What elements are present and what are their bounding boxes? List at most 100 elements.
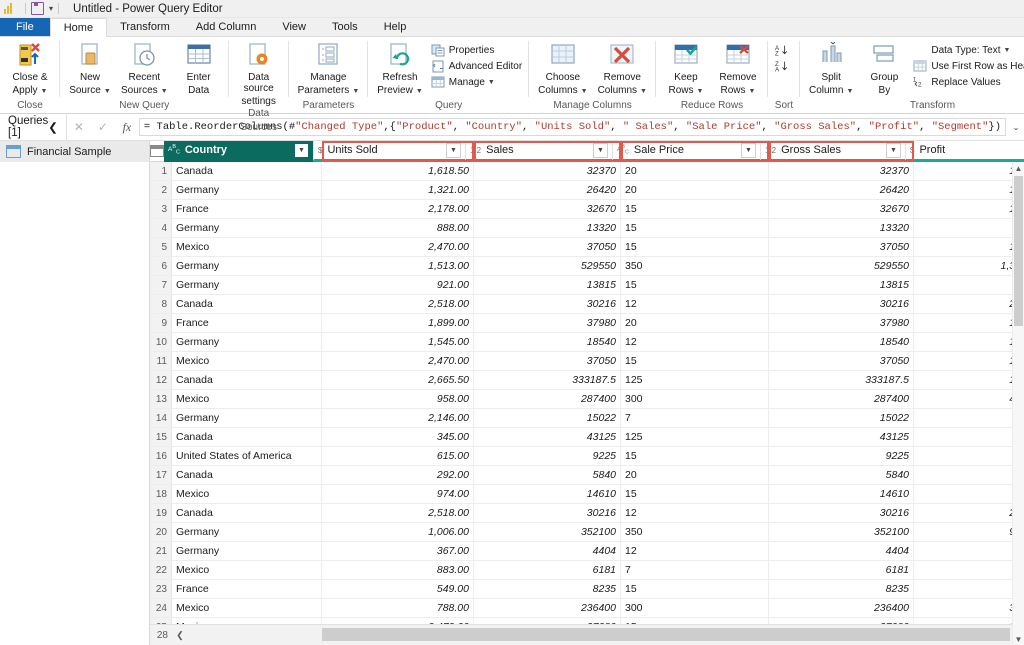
filter-dropdown-icon[interactable]: ▼ — [446, 142, 461, 158]
cell-sale-price[interactable]: 20 — [621, 181, 769, 199]
cell-sales[interactable]: 9225 — [474, 447, 621, 465]
chevron-down-icon[interactable]: ▼ — [640, 88, 647, 95]
cancel-icon[interactable]: ✕ — [67, 120, 91, 134]
chevron-left-icon[interactable]: ❮ — [172, 630, 188, 641]
formula-expand-icon[interactable]: ⌄ — [1008, 123, 1024, 132]
tab-file[interactable]: File — [0, 18, 50, 36]
table-row[interactable]: 22Mexico883.006181761811,766.00Governmen… — [150, 561, 1024, 580]
cell-country[interactable]: Germany — [172, 219, 322, 237]
cell-profit[interactable]: 12,350.00 — [914, 352, 1024, 370]
cell-country[interactable]: Canada — [172, 504, 322, 522]
cell-country[interactable]: Germany — [172, 409, 322, 427]
cell-gross-sales[interactable]: 8235 — [769, 580, 914, 598]
cell-sales[interactable]: 30216 — [474, 504, 621, 522]
chevron-down-icon[interactable]: ▼ — [161, 88, 168, 95]
cell-country[interactable]: Mexico — [172, 352, 322, 370]
cell-units-sold[interactable]: 2,518.00 — [322, 504, 474, 522]
cell-country[interactable]: Canada — [172, 371, 322, 389]
cell-country[interactable]: Germany — [172, 542, 322, 560]
cell-units-sold[interactable]: 1,006.00 — [322, 523, 474, 541]
cell-units-sold[interactable]: 1,321.00 — [322, 181, 474, 199]
table-row[interactable]: 20Germany1,006.0035210035035210090,540.0… — [150, 523, 1024, 542]
cell-sales[interactable]: 32370 — [474, 162, 621, 180]
cell-profit[interactable]: 12,350.00 — [914, 238, 1024, 256]
button-properties[interactable]: Properties — [428, 42, 525, 58]
chevron-down-icon[interactable]: ▼ — [41, 88, 48, 95]
button-keep-rows[interactable]: Keep Rows ▼ — [660, 40, 712, 97]
cell-gross-sales[interactable]: 30216 — [769, 504, 914, 522]
cell-sales[interactable]: 6181 — [474, 561, 621, 579]
cell-sale-price[interactable]: 15 — [621, 580, 769, 598]
cell-sales[interactable]: 32670 — [474, 200, 621, 218]
cell-profit[interactable]: 13,210.00 — [914, 181, 1024, 199]
chevron-down-icon[interactable]: ▼ — [1013, 633, 1024, 645]
cell-sales[interactable]: 37980 — [474, 314, 621, 332]
cell-gross-sales[interactable]: 4404 — [769, 542, 914, 560]
cell-units-sold[interactable]: 292.00 — [322, 466, 474, 484]
vertical-scrollbar[interactable]: ▲ ▼ — [1012, 162, 1024, 645]
cell-sales[interactable]: 37080 — [474, 618, 621, 624]
cell-gross-sales[interactable]: 43125 — [769, 428, 914, 446]
data-type-icon[interactable]: ABC — [168, 143, 180, 157]
table-row[interactable]: 3France2,178.0032670153267010,890.00Midm… — [150, 200, 1024, 219]
data-type-icon[interactable]: 1.2 — [765, 146, 776, 155]
cell-profit[interactable]: 4,870.00 — [914, 485, 1024, 503]
cell-country[interactable]: Germany — [172, 523, 322, 541]
cell-units-sold[interactable]: 345.00 — [322, 428, 474, 446]
data-type-icon[interactable]: $ — [910, 146, 914, 155]
table-row[interactable]: 5Mexico2,470.0037050153705012,350.00Midm… — [150, 238, 1024, 257]
filter-dropdown-icon[interactable]: ▼ — [294, 142, 309, 158]
cell-profit[interactable]: 1,766.00 — [914, 561, 1024, 579]
button-close-apply[interactable]: Close & Apply ▼ — [4, 40, 56, 97]
cell-profit[interactable]: 90,540.00 — [914, 523, 1024, 541]
cell-country[interactable]: France — [172, 200, 322, 218]
cell-sale-price[interactable]: 7 — [621, 561, 769, 579]
filter-dropdown-icon[interactable]: ▼ — [741, 142, 756, 158]
horizontal-scrollbar[interactable]: ❮ — [172, 625, 1024, 645]
cell-gross-sales[interactable]: 32670 — [769, 200, 914, 218]
table-row[interactable]: 23France549.0082351582352,745.00Midmarke… — [150, 580, 1024, 599]
cell-sale-price[interactable]: 15 — [621, 276, 769, 294]
cell-sale-price[interactable]: 12 — [621, 504, 769, 522]
data-type-icon[interactable]: ABC — [617, 143, 629, 157]
cell-gross-sales[interactable]: 14610 — [769, 485, 914, 503]
cell-gross-sales[interactable]: 37980 — [769, 314, 914, 332]
cell-country[interactable]: Mexico — [172, 561, 322, 579]
cell-units-sold[interactable]: 1,545.00 — [322, 333, 474, 351]
cell-profit[interactable]: 12,360.00 — [914, 618, 1024, 624]
table-row[interactable]: 17Canada292.0058402058402,920.00Governme… — [150, 466, 1024, 485]
cell-country[interactable]: Mexico — [172, 599, 322, 617]
save-icon[interactable] — [31, 2, 44, 15]
cell-gross-sales[interactable]: 37080 — [769, 618, 914, 624]
table-row[interactable]: 15Canada345.0043125125431251,725.00Enter… — [150, 428, 1024, 447]
cell-units-sold[interactable]: 788.00 — [322, 599, 474, 617]
cell-gross-sales[interactable]: 26420 — [769, 181, 914, 199]
table-row[interactable]: 6Germany1,513.005295503505295501,36,170.… — [150, 257, 1024, 276]
column-header-sale-price[interactable]: ABC Sale Price ▼ — [613, 141, 761, 162]
cell-sale-price[interactable]: 15 — [621, 200, 769, 218]
cell-gross-sales[interactable]: 9225 — [769, 447, 914, 465]
button-refresh-preview[interactable]: Refresh Preview ▼ — [372, 40, 428, 97]
cell-units-sold[interactable]: 883.00 — [322, 561, 474, 579]
table-row[interactable]: 13Mexico958.0028740030028740047,900.00Sm… — [150, 390, 1024, 409]
chevron-down-icon[interactable]: ▼ — [1004, 47, 1011, 54]
cell-sales[interactable]: 30216 — [474, 295, 621, 313]
cell-sales[interactable]: 236400 — [474, 599, 621, 617]
cell-gross-sales[interactable]: 352100 — [769, 523, 914, 541]
cell-units-sold[interactable]: 958.00 — [322, 390, 474, 408]
cell-sale-price[interactable]: 15 — [621, 447, 769, 465]
cell-sales[interactable]: 15022 — [474, 409, 621, 427]
cell-profit[interactable]: 4,292.00 — [914, 409, 1024, 427]
button-remove-rows[interactable]: Remove Rows ▼ — [712, 40, 764, 97]
cell-sales[interactable]: 26420 — [474, 181, 621, 199]
tab-transform[interactable]: Transform — [107, 18, 183, 36]
button-new-source[interactable]: New Source ▼ — [64, 40, 116, 97]
chevron-down-icon[interactable]: ▼ — [581, 88, 588, 95]
cell-sales[interactable]: 8235 — [474, 580, 621, 598]
tab-tools[interactable]: Tools — [319, 18, 371, 36]
cell-country[interactable]: Canada — [172, 428, 322, 446]
cell-profit[interactable]: 47,900.00 — [914, 390, 1024, 408]
button-sort-descending-icon[interactable]: ZA — [772, 58, 796, 74]
cell-units-sold[interactable]: 2,470.00 — [322, 352, 474, 370]
cell-units-sold[interactable]: 2,146.00 — [322, 409, 474, 427]
